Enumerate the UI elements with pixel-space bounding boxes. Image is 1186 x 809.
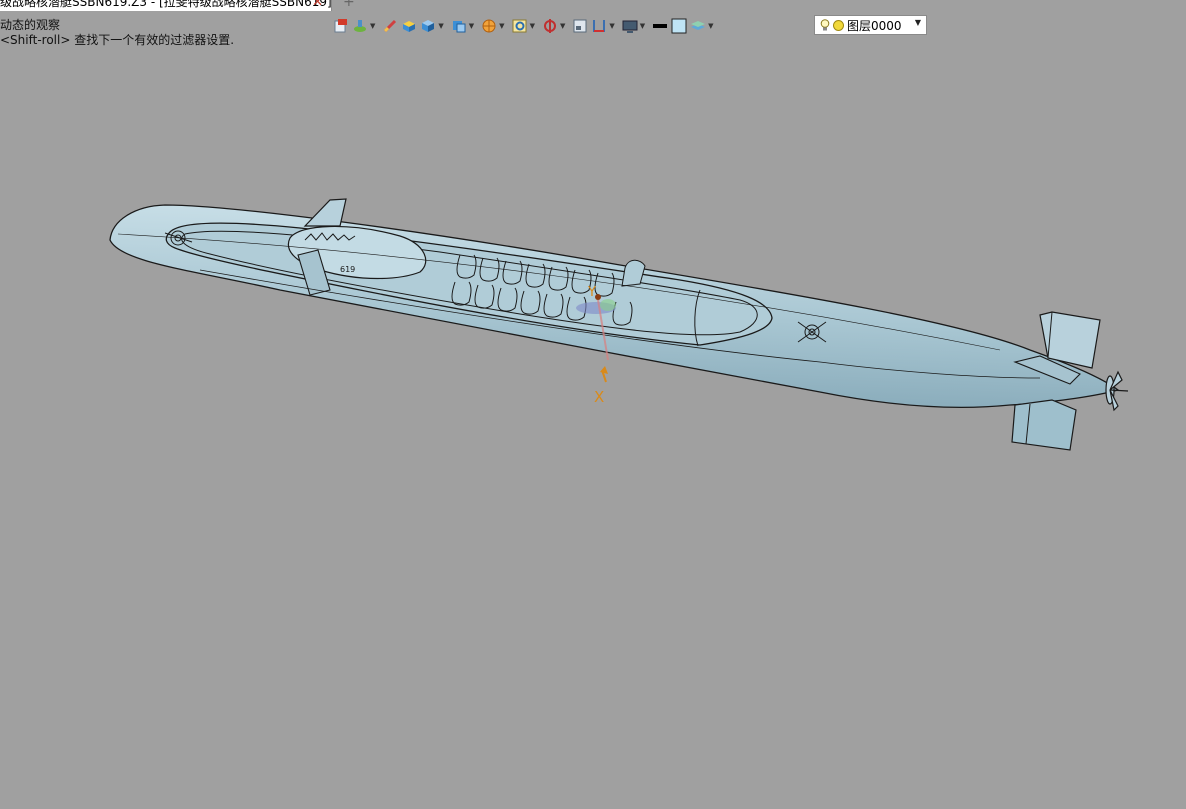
layer-selector[interactable]: 图层0000 ▼: [814, 15, 927, 35]
pen-icon[interactable]: [382, 18, 398, 34]
chevron-down-icon[interactable]: ▼: [915, 18, 921, 27]
chevron-down-icon[interactable]: ▼: [499, 18, 504, 34]
status-line-1: 动态的观察: [0, 18, 61, 32]
axis-y-label: Y: [587, 285, 596, 300]
axis-x-label: X: [594, 388, 604, 406]
display-icon[interactable]: [622, 18, 638, 34]
chevron-down-icon[interactable]: ▼: [469, 18, 474, 34]
cube-yellow-icon[interactable]: [401, 18, 417, 34]
chevron-down-icon[interactable]: ▼: [530, 18, 535, 34]
lightbulb-icon[interactable]: [820, 19, 830, 31]
plane-icon[interactable]: [591, 18, 607, 34]
chevron-down-icon[interactable]: ▼: [370, 18, 375, 34]
chevron-down-icon[interactable]: ▼: [708, 18, 713, 34]
line-black-icon[interactable]: [652, 18, 668, 34]
view-toolbar: ▼ ▼ ▼ ▼ ▼ ▼ ▼ ▼ ▼: [333, 16, 721, 36]
layers-icon[interactable]: [690, 18, 706, 34]
3d-viewport[interactable]: 619 Y X: [0, 40, 1186, 809]
svg-text:619: 619: [340, 265, 355, 274]
orient-icon[interactable]: [542, 18, 558, 34]
document-tab-title: 级战略核潜艇SSBN619.Z3 - [拉斐特级战略核潜艇SSBN619]: [0, 0, 332, 9]
layer-name: 图层0000: [847, 18, 902, 33]
zoom-icon[interactable]: [512, 18, 528, 34]
sail-fin-top: [303, 198, 347, 227]
import-icon[interactable]: [333, 18, 349, 34]
chevron-down-icon[interactable]: ▼: [640, 18, 645, 34]
render-wheel-icon[interactable]: [481, 18, 497, 34]
view-cube-icon[interactable]: [451, 18, 467, 34]
chevron-down-icon[interactable]: ▼: [609, 18, 614, 34]
layer-paint-icon[interactable]: [352, 18, 368, 34]
color-square-icon[interactable]: [671, 18, 687, 34]
document-tab[interactable]: 级战略核潜艇SSBN619.Z3 - [拉斐特级战略核潜艇SSBN619] ✕: [0, 0, 332, 11]
propeller: [1105, 370, 1129, 412]
cube-blue-icon[interactable]: [420, 18, 436, 34]
layer-color-icon[interactable]: [833, 19, 844, 31]
stern-lower-fin: [1011, 399, 1077, 451]
submarine-model[interactable]: 619: [109, 198, 1129, 451]
sheet-icon[interactable]: [572, 18, 588, 34]
chevron-down-icon[interactable]: ▼: [438, 18, 443, 34]
close-icon[interactable]: ✕: [312, 0, 323, 11]
chevron-down-icon[interactable]: ▼: [560, 18, 565, 34]
document-tab-bar: 级战略核潜艇SSBN619.Z3 - [拉斐特级战略核潜艇SSBN619] ✕ …: [0, 0, 1186, 12]
plus-icon[interactable]: +: [343, 0, 355, 11]
